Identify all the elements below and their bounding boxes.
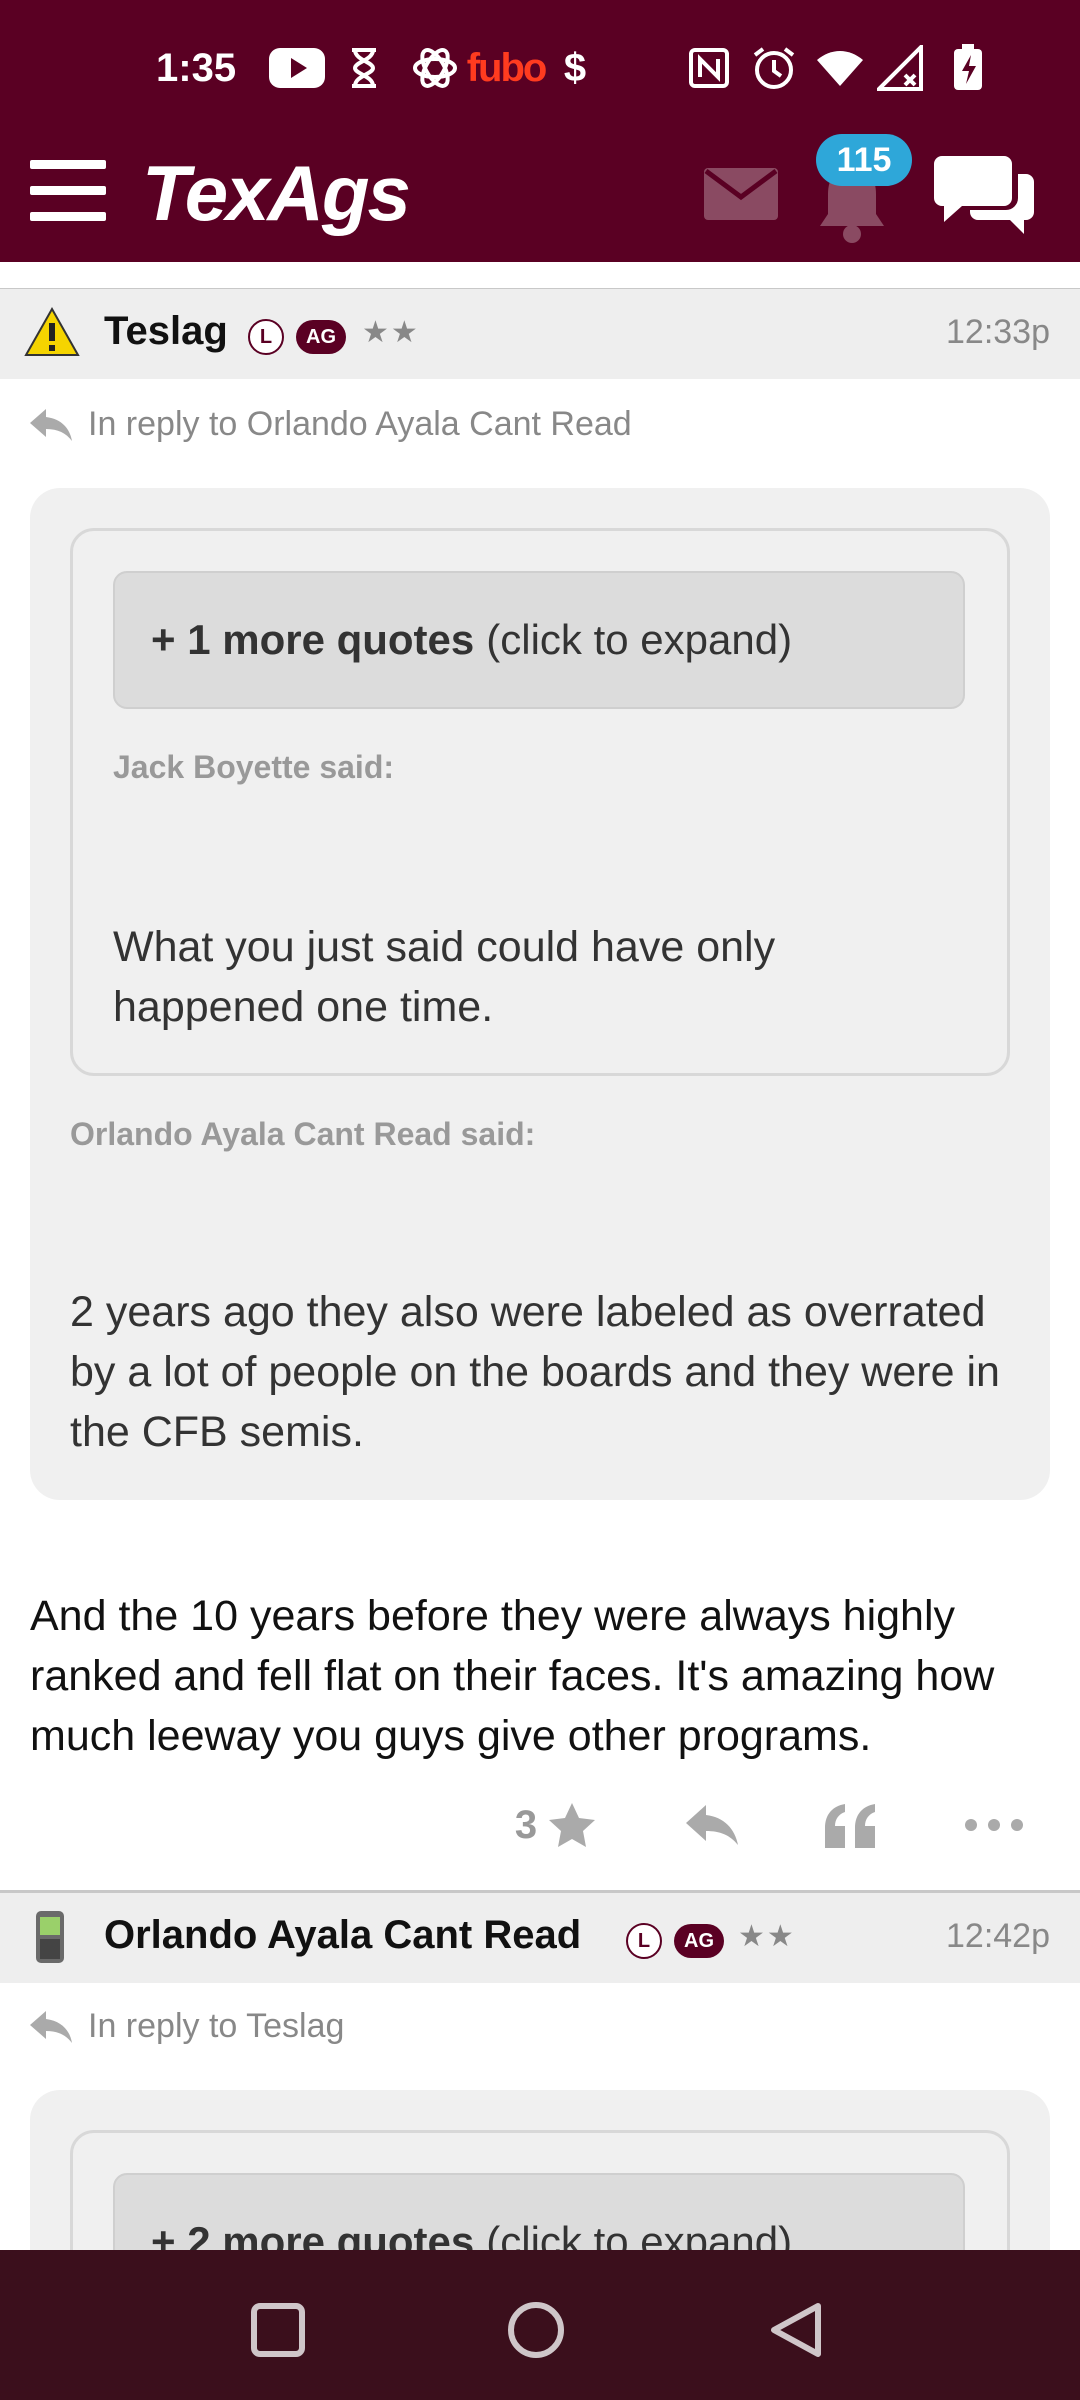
- quote-icon: [825, 1804, 875, 1848]
- post-body: And the 10 years before they were always…: [30, 1592, 995, 1760]
- rank-stars: ★★: [738, 1919, 796, 1954]
- expand-hint: (click to expand): [486, 616, 793, 663]
- chatgpt-icon: [408, 44, 462, 92]
- youtube-icon: [268, 44, 326, 92]
- more-options-button[interactable]: [958, 1790, 1030, 1860]
- quote-text: 2 years ago they also were labeled as ov…: [70, 1288, 1000, 1456]
- signal-icon: [876, 44, 924, 92]
- reply-button[interactable]: [680, 1790, 744, 1860]
- home-button[interactable]: [496, 2290, 576, 2370]
- quote-text: What you just said could have only happe…: [113, 923, 776, 1031]
- triangle-back-icon: [771, 2303, 821, 2357]
- lifetime-badge: L: [626, 1923, 662, 1959]
- reply-icon: [686, 1805, 738, 1845]
- back-button[interactable]: [756, 2290, 836, 2370]
- menu-icon[interactable]: [30, 160, 106, 221]
- notification-count-badge[interactable]: 115: [816, 134, 912, 186]
- app-header: TexAgs: [0, 140, 1080, 262]
- quote-button[interactable]: [818, 1790, 882, 1860]
- texags-logo[interactable]: TexAgs: [142, 148, 411, 239]
- reply-arrow-icon: [30, 408, 72, 441]
- wifi-icon: [814, 44, 866, 92]
- warning-icon: [24, 305, 80, 361]
- square-icon: [251, 2303, 305, 2357]
- more-dots-icon: [965, 1819, 1023, 1831]
- username[interactable]: Orlando Ayala Cant Read: [104, 1913, 581, 1958]
- system-nav-bar: [0, 2250, 1080, 2400]
- status-time: 1:35: [156, 46, 237, 90]
- more-quotes-count: + 1 more quotes: [151, 616, 475, 663]
- chat-icon[interactable]: [934, 150, 1036, 244]
- in-reply-link[interactable]: In reply to Orlando Ayala Cant Read: [28, 405, 632, 444]
- rank-stars: ★★: [362, 315, 420, 350]
- alarm-icon: [750, 44, 798, 92]
- post-actions: 3: [0, 1790, 1080, 1860]
- quote-author: Orlando Ayala Cant Read said:: [70, 1116, 536, 1152]
- circle-icon: [508, 2302, 564, 2358]
- post-header: Orlando Ayala Cant Read L AG ★★ 12:42p: [0, 1893, 1080, 1983]
- reply-arrow-icon: [30, 2010, 72, 2043]
- star-count: 3: [514, 1802, 538, 1847]
- mail-icon[interactable]: [704, 168, 778, 220]
- nested-quote: + 1 more quotes (click to expand) Jack B…: [70, 528, 1010, 1076]
- in-reply-label: In reply to Teslag: [88, 2007, 345, 2045]
- quote-author: Jack Boyette said:: [113, 749, 395, 785]
- username[interactable]: Teslag: [104, 309, 228, 354]
- lifetime-badge: L: [248, 319, 284, 355]
- ag-badge: AG: [296, 320, 346, 354]
- expand-quotes-button[interactable]: + 1 more quotes (click to expand): [113, 571, 965, 709]
- status-bar: 1:35 fubo $: [0, 0, 1080, 140]
- quote-block: + 1 more quotes (click to expand) Jack B…: [30, 488, 1050, 1500]
- post-time: 12:33p: [946, 313, 1050, 351]
- ag-badge: AG: [674, 1924, 724, 1958]
- in-reply-link[interactable]: In reply to Teslag: [28, 2007, 344, 2046]
- post-time: 12:42p: [946, 1917, 1050, 1955]
- dollar-icon: $: [563, 45, 587, 90]
- recents-button[interactable]: [238, 2290, 318, 2370]
- battery-charging-icon: [950, 44, 986, 92]
- hourglass-icon: [346, 44, 382, 92]
- star-icon: [549, 1803, 596, 1847]
- in-reply-label: In reply to Orlando Ayala Cant Read: [88, 405, 632, 443]
- fubo-icon: fubo: [466, 45, 548, 90]
- star-button[interactable]: 3: [508, 1790, 604, 1860]
- nfc-icon: [686, 44, 732, 92]
- post-header: Teslag L AG ★★ 12:33p: [0, 289, 1080, 379]
- phone-icon: [30, 1909, 74, 1965]
